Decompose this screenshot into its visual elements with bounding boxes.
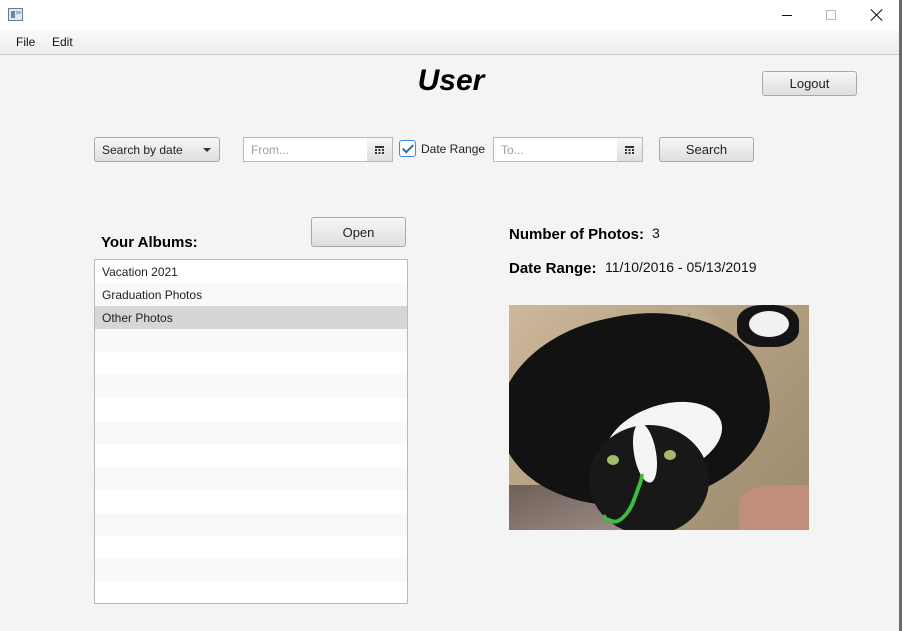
empty-row	[95, 444, 407, 467]
album-list[interactable]: Vacation 2021 Graduation Photos Other Ph…	[94, 259, 408, 604]
album-item[interactable]: Vacation 2021	[95, 260, 407, 283]
empty-row	[95, 467, 407, 490]
date-range-checkbox[interactable]: Date Range	[399, 140, 485, 157]
photo-detail	[749, 311, 789, 337]
date-range-value: 11/10/2016 - 05/13/2019	[605, 259, 757, 275]
date-range-heading: Date Range:	[509, 260, 597, 277]
empty-row	[95, 352, 407, 375]
chevron-down-icon	[203, 148, 211, 152]
logout-button[interactable]: Logout	[762, 71, 857, 96]
checkbox-box[interactable]	[399, 140, 416, 157]
empty-row	[95, 490, 407, 513]
album-item[interactable]: Graduation Photos	[95, 283, 407, 306]
search-button[interactable]: Search	[659, 137, 754, 162]
empty-row	[95, 536, 407, 559]
empty-row	[95, 513, 407, 536]
photo-detail	[739, 485, 809, 530]
close-icon	[871, 9, 883, 21]
menu-bar: File Edit	[0, 30, 902, 55]
app-icon	[8, 8, 23, 21]
to-calendar-button[interactable]	[617, 137, 643, 162]
from-date-input[interactable]: From...	[243, 137, 368, 162]
close-button[interactable]	[854, 0, 900, 30]
album-cover-photo	[509, 305, 809, 530]
search-mode-select[interactable]: Search by date	[94, 137, 220, 162]
empty-row	[95, 329, 407, 352]
maximize-button[interactable]	[808, 0, 854, 30]
photo-detail	[664, 450, 676, 460]
from-calendar-button[interactable]	[367, 137, 393, 162]
albums-heading: Your Albums:	[101, 234, 198, 251]
empty-row	[95, 398, 407, 421]
menu-edit[interactable]: Edit	[52, 35, 73, 49]
calendar-icon	[375, 145, 384, 154]
to-date-input[interactable]: To...	[493, 137, 618, 162]
maximize-icon	[826, 10, 836, 20]
photo-detail	[607, 455, 619, 465]
open-album-button[interactable]: Open	[311, 217, 406, 247]
checkmark-icon	[401, 140, 414, 154]
calendar-icon	[625, 145, 634, 154]
search-mode-value: Search by date	[102, 142, 183, 157]
empty-row	[95, 582, 407, 603]
photo-count-label: Number of Photos:	[509, 226, 644, 243]
minimize-button[interactable]	[764, 0, 810, 30]
empty-row	[95, 421, 407, 444]
menu-file[interactable]: File	[16, 35, 35, 49]
title-bar	[0, 0, 902, 30]
empty-row	[95, 559, 407, 582]
date-range-label: Date Range	[421, 141, 486, 156]
minimize-icon	[782, 14, 792, 16]
photo-count-value: 3	[652, 225, 660, 241]
empty-row	[95, 375, 407, 398]
album-item-selected[interactable]: Other Photos	[95, 306, 407, 329]
